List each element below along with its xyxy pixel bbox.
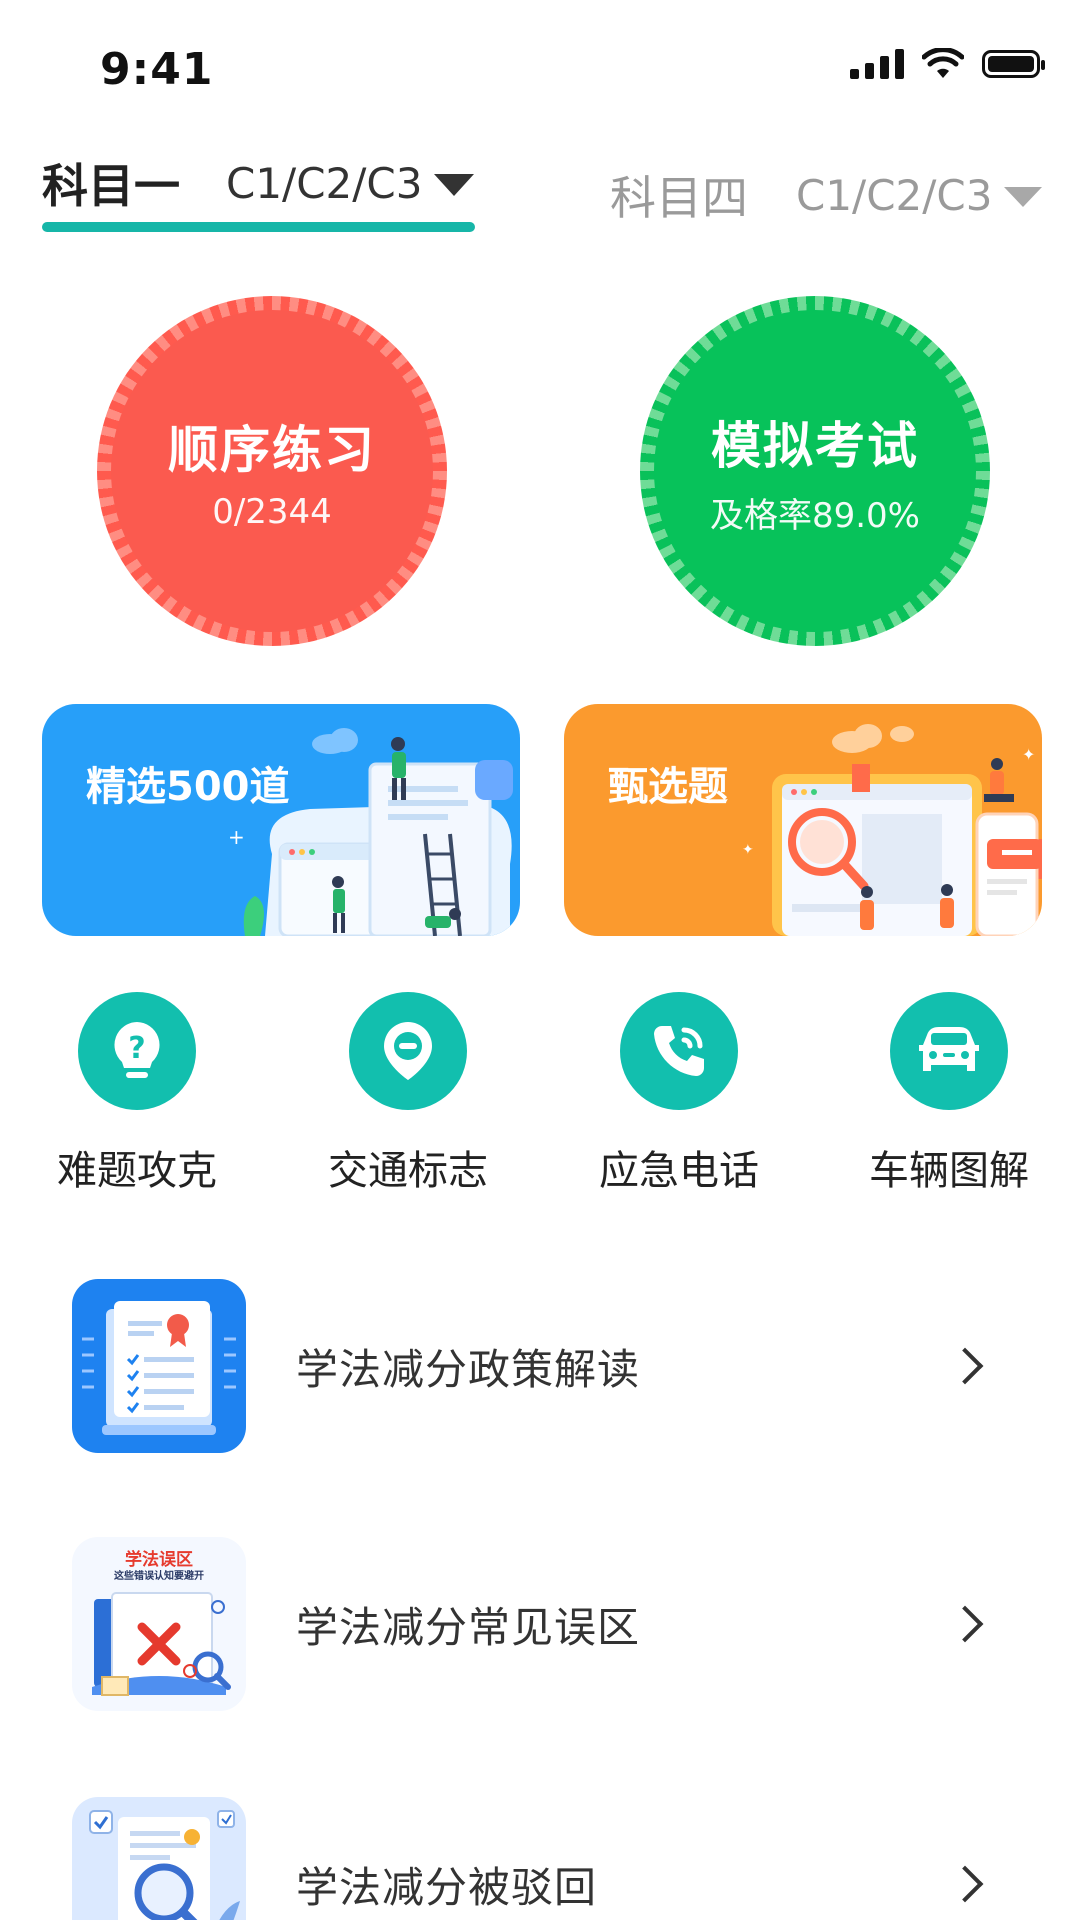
battery-icon: [982, 50, 1045, 78]
mock-exam-button[interactable]: 模拟考试 及格率89.0%: [640, 296, 990, 646]
dropdown-arrow-icon[interactable]: [434, 174, 475, 196]
quick-action-label: 车辆图解: [869, 1148, 1029, 1194]
subject-tabs: 科目一 C1/C2/C3 科目四 C1/C2/C3: [0, 140, 1080, 250]
home-screen: 9:41 科目一 C1/C2/C3 科目四 C1/C2/C3 顺序练习 0/23…: [0, 0, 1080, 1920]
chevron-right-icon[interactable]: [946, 1605, 984, 1643]
quick-action-label: 应急电话: [599, 1148, 759, 1194]
rejected-thumbnail: [72, 1797, 246, 1920]
dropdown-arrow-icon[interactable]: [1004, 187, 1043, 207]
sequential-practice-title: 顺序练习: [168, 421, 376, 479]
banner-title: 甄选题: [608, 764, 728, 810]
lightbulb-question-icon: ?: [114, 1022, 160, 1078]
wifi-icon: [922, 48, 964, 78]
misconception-thumbnail: 学法误区 这些错误认知要避开: [72, 1537, 246, 1711]
quick-action-emergency-phone[interactable]: 应急电话: [554, 992, 804, 1196]
quick-action-hard-questions[interactable]: ? 难题攻克: [12, 992, 262, 1196]
mock-exam-title: 模拟考试: [711, 416, 919, 475]
tab-subject-one[interactable]: 科目一 C1/C2/C3: [42, 150, 475, 216]
policy-document-thumbnail: [72, 1279, 246, 1453]
svg-text:✦: ✦: [1022, 745, 1035, 764]
quick-action-vehicle-diagram[interactable]: 车辆图解: [824, 992, 1074, 1196]
chevron-right-icon[interactable]: [946, 1347, 984, 1385]
quick-action-label: 交通标志: [328, 1148, 488, 1194]
list-item-rejected[interactable]: 学法减分被驳回: [72, 1794, 1022, 1920]
tab-title: 科目一: [42, 159, 180, 213]
status-time: 9:41: [100, 44, 214, 95]
svg-text:✦: ✦: [742, 842, 754, 858]
curated-questions-banner[interactable]: 甄选题 ✦ ✦: [564, 704, 1042, 936]
chevron-right-icon[interactable]: [946, 1865, 984, 1903]
tab-title: 科目四: [610, 171, 748, 225]
search-illustration: ✦ ✦: [742, 724, 1042, 936]
sequential-practice-button[interactable]: 顺序练习 0/2344: [97, 296, 447, 646]
no-entry-sign-icon: [384, 1022, 432, 1080]
quick-action-traffic-signs[interactable]: 交通标志: [283, 992, 533, 1196]
status-icons: [850, 48, 1045, 80]
mock-exam-pass-rate: 及格率89.0%: [709, 495, 920, 536]
car-icon: [919, 1027, 979, 1071]
svg-text:?: ?: [128, 1031, 145, 1066]
study-illustration: +: [228, 728, 513, 936]
selected-500-banner[interactable]: 精选500道 +: [42, 704, 520, 936]
quick-action-label: 难题攻克: [57, 1148, 217, 1194]
list-item-common-misconceptions[interactable]: 学法误区 这些错误认知要避开 学法减分常见误区: [72, 1534, 1022, 1714]
list-item-policy-interpretation[interactable]: 学法减分政策解读: [72, 1276, 1022, 1456]
list-item-title: 学法减分政策解读: [296, 1344, 641, 1394]
cellular-signal-icon: [850, 49, 904, 79]
license-selector[interactable]: C1/C2/C3: [796, 171, 992, 220]
phone-call-icon: [654, 1026, 704, 1076]
svg-text:+: +: [228, 825, 245, 849]
list-item-title: 学法减分常见误区: [296, 1602, 641, 1652]
active-tab-indicator: [42, 222, 475, 232]
license-selector[interactable]: C1/C2/C3: [226, 159, 422, 208]
tab-subject-four[interactable]: 科目四 C1/C2/C3: [610, 162, 1043, 228]
status-bar: 9:41: [0, 0, 1080, 130]
sequential-practice-progress: 0/2344: [212, 492, 332, 532]
list-item-title: 学法减分被驳回: [296, 1862, 598, 1912]
